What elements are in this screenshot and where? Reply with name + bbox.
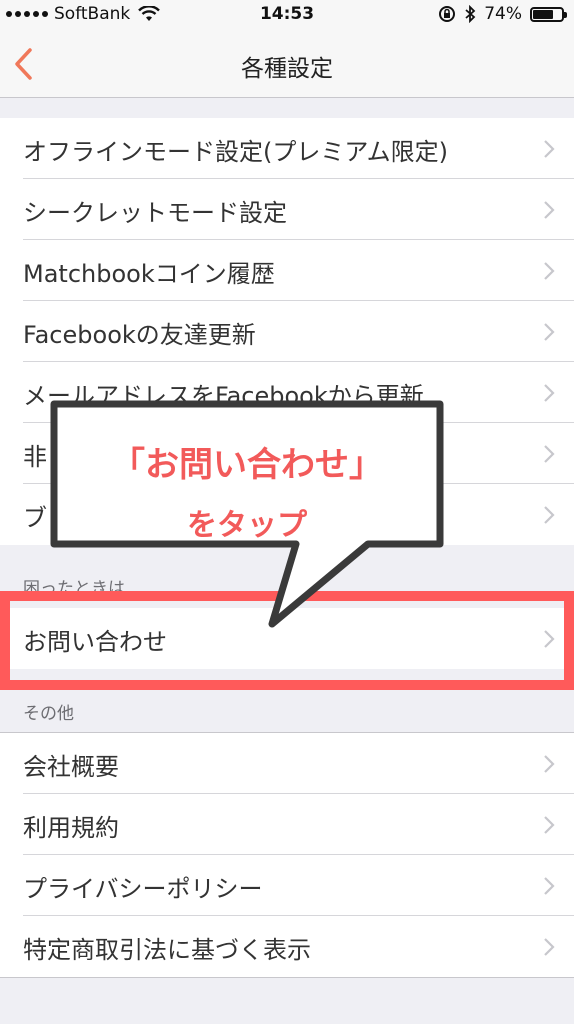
row-label: Facebookの友達更新 xyxy=(23,321,256,349)
nav-bar: 各種設定 xyxy=(0,32,574,98)
chevron-right-icon xyxy=(544,630,555,648)
chevron-right-icon xyxy=(544,938,555,956)
settings-row-company[interactable]: 会社概要 xyxy=(0,733,574,794)
section-header-other: その他 xyxy=(23,704,74,724)
settings-row-offline-mode[interactable]: オフラインモード設定(プレミアム限定) xyxy=(0,118,574,179)
settings-row-coin-history[interactable]: Matchbookコイン履歴 xyxy=(0,240,574,301)
settings-row-facebook-friends[interactable]: Facebookの友達更新 xyxy=(0,301,574,362)
status-right: 74% xyxy=(438,4,567,24)
row-label: オフラインモード設定(プレミアム限定) xyxy=(23,138,449,166)
row-label: 利用規約 xyxy=(23,814,119,842)
row-label: 会社概要 xyxy=(23,753,119,781)
chevron-right-icon xyxy=(544,816,555,834)
callout-text-line1: 「お問い合わせ」 xyxy=(111,445,383,485)
callout-text-line2: をタップ xyxy=(187,508,307,543)
status-bar: SoftBank 14:53 74% xyxy=(0,0,574,32)
rotation-lock-icon xyxy=(439,6,456,22)
row-label: ブ xyxy=(23,504,47,532)
chevron-right-icon xyxy=(544,140,555,158)
chevron-right-icon xyxy=(544,755,555,773)
row-label: プライバシーポリシー xyxy=(23,875,263,903)
chevron-right-icon xyxy=(544,323,555,341)
settings-row-terms[interactable]: 利用規約 xyxy=(0,794,574,855)
row-label: Matchbookコイン履歴 xyxy=(23,260,275,288)
battery-percent: 74% xyxy=(484,4,522,24)
chevron-right-icon xyxy=(544,262,555,280)
chevron-right-icon xyxy=(544,384,555,402)
chevron-right-icon xyxy=(544,201,555,219)
settings-row-secret-mode[interactable]: シークレットモード設定 xyxy=(0,179,574,240)
settings-group-other: 会社概要 利用規約 プライバシーポリシー 特定商取引法に基づく表示 xyxy=(0,732,574,978)
page-title: 各種設定 xyxy=(241,56,333,82)
battery-fill xyxy=(533,9,554,19)
chevron-right-icon xyxy=(544,877,555,895)
settings-row-privacy[interactable]: プライバシーポリシー xyxy=(0,855,574,916)
row-label: 特定商取引法に基づく表示 xyxy=(23,936,311,964)
bluetooth-icon xyxy=(465,5,476,23)
row-label: シークレットモード設定 xyxy=(23,199,287,227)
chevron-right-icon xyxy=(544,506,555,524)
row-label: 非 xyxy=(23,443,47,471)
settings-row-commerce-law[interactable]: 特定商取引法に基づく表示 xyxy=(0,916,574,977)
chevron-right-icon xyxy=(544,445,555,463)
battery-icon xyxy=(530,6,567,22)
